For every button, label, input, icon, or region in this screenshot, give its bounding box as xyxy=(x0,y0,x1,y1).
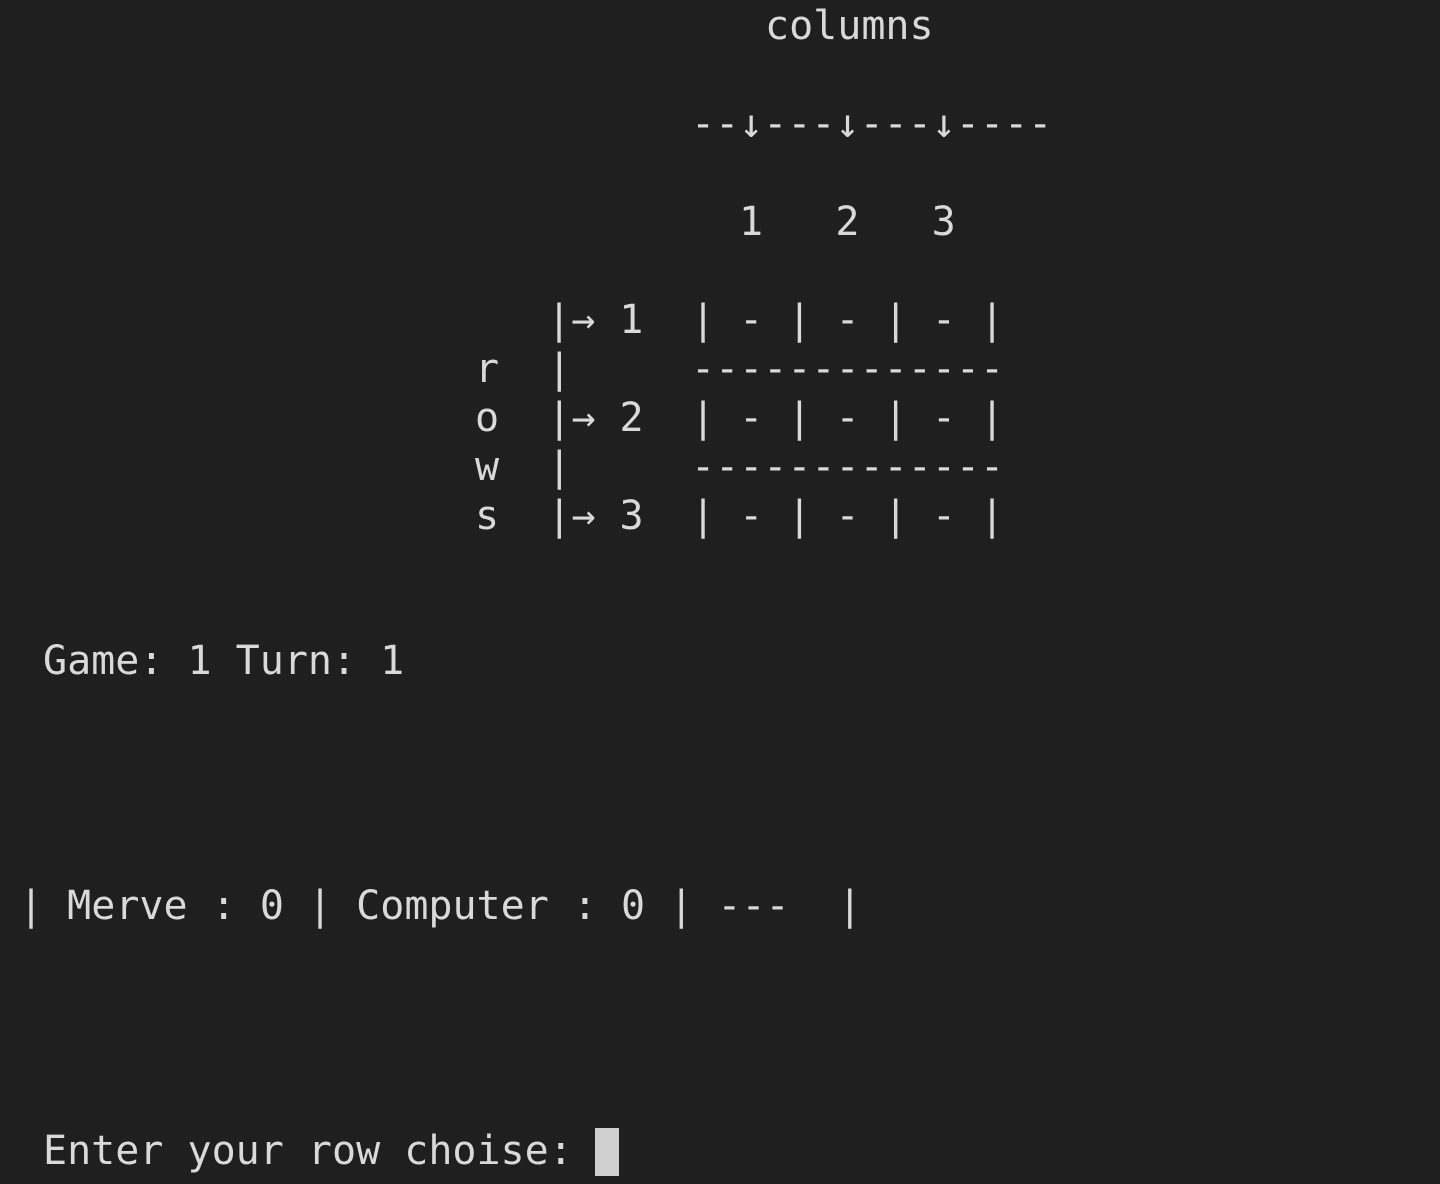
columns-title: columns xyxy=(765,3,934,49)
scoreboard: | Merve : 0 | Computer : 0 | --- | xyxy=(19,883,862,929)
row-2-cells: | - | - | - | xyxy=(691,395,1005,441)
row-3-prefix: s |→ 3 xyxy=(475,493,644,539)
separator-1-line: ------------- xyxy=(691,346,1005,392)
game-turn-status: Game: 1 Turn: 1 xyxy=(43,638,405,684)
column-numbers: 1 2 3 xyxy=(739,199,956,245)
separator-2-line: ------------- xyxy=(691,444,1005,490)
separator-2-label: w | xyxy=(475,444,572,490)
row-choice-prompt: Enter your row choise: xyxy=(43,1128,597,1174)
terminal-window: columns --↓---↓---↓---- 1 2 3 |→ 1 | - |… xyxy=(0,0,1440,1184)
column-arrow-line: --↓---↓---↓---- xyxy=(691,101,1053,147)
row-2-prefix: o |→ 2 xyxy=(475,395,644,441)
row-1-prefix: |→ 1 xyxy=(547,297,644,343)
separator-1-label: r | xyxy=(475,346,572,392)
text-cursor xyxy=(595,1128,619,1176)
row-1-cells: | - | - | - | xyxy=(691,297,1005,343)
row-3-cells: | - | - | - | xyxy=(691,493,1005,539)
